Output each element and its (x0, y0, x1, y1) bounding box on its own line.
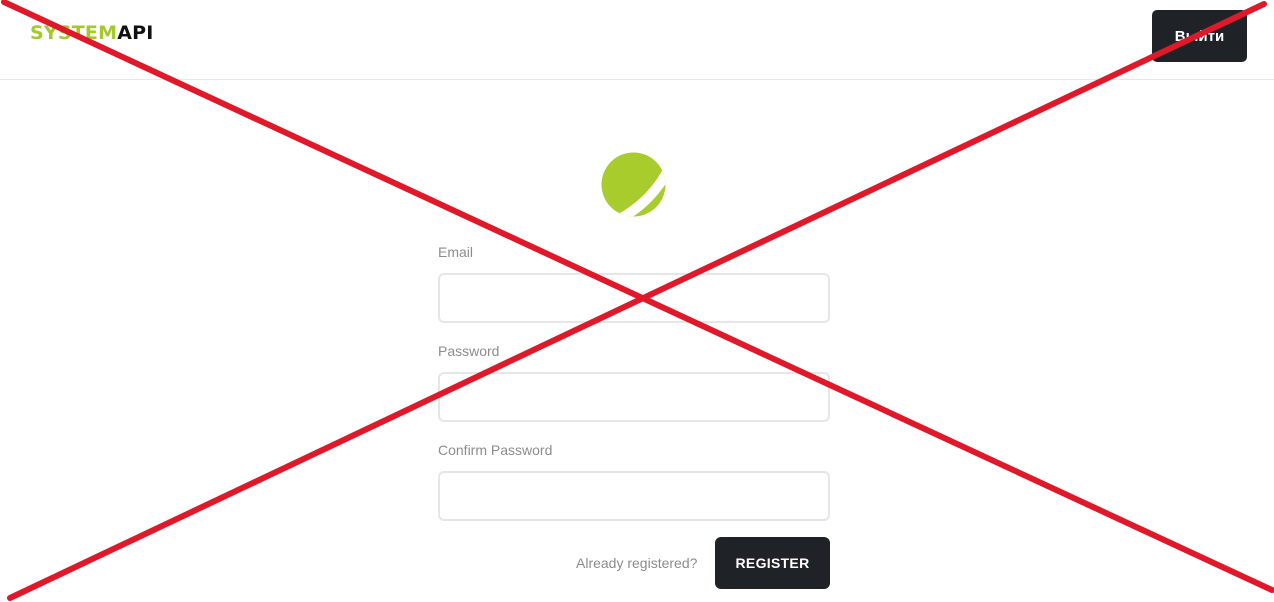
brand-name-system: SYSTEM (30, 22, 118, 44)
confirm-password-label: Confirm Password (438, 442, 553, 458)
green-sphere-logo-icon (601, 152, 666, 217)
logout-button[interactable]: Выйти (1152, 10, 1247, 62)
email-label: Email (438, 244, 474, 260)
brand-name-api: API (117, 22, 154, 44)
email-field[interactable] (438, 273, 830, 323)
top-navigation-bar: SYSTEMAPI Выйти (0, 0, 1274, 80)
brand-logo[interactable]: SYSTEMAPI (30, 22, 154, 44)
already-registered-link[interactable]: Already registered? (576, 554, 697, 572)
register-button[interactable]: REGISTER (715, 537, 830, 589)
confirm-password-field[interactable] (438, 471, 830, 521)
password-label: Password (438, 343, 500, 359)
register-page: SYSTEMAPI Выйти Email Password Confirm P… (0, 0, 1274, 602)
password-field[interactable] (438, 372, 830, 422)
